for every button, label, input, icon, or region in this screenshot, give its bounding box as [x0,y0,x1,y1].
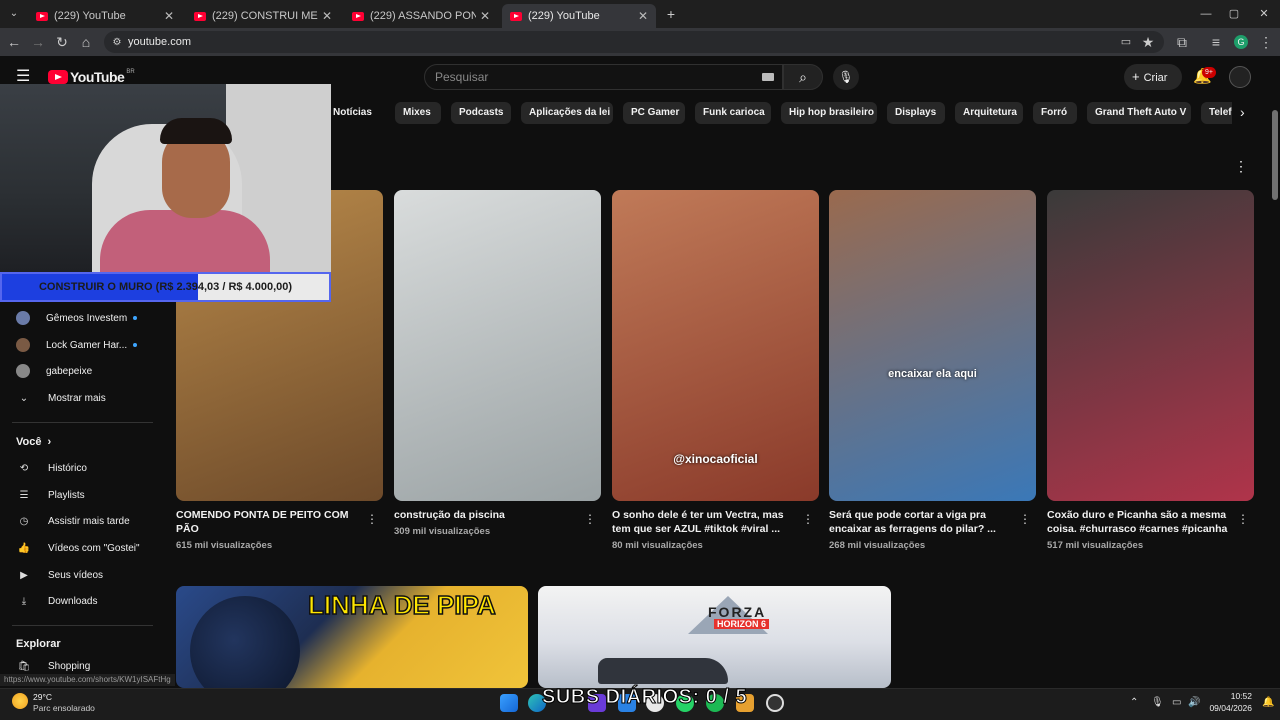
short-title[interactable]: COMENDO PONTA DE PEITO COM PÃO 615 mil vi… [176,508,361,553]
short-title[interactable]: Será que pode cortar a viga pra encaixar… [829,508,1014,553]
short-views: 309 mil visualizações [394,526,491,537]
sidebar-item-playlists[interactable]: ☰ Playlists [16,486,85,506]
hair-shape [160,118,232,144]
sidebar-item-downloads[interactable]: ⤓ Downloads [16,592,98,612]
clock-time[interactable]: 10:52 [1216,691,1252,701]
chip-5[interactable]: Funk carioca [695,102,771,124]
weather-desc[interactable]: Parc ensolarado [33,703,95,713]
chevron-down-icon: ⌄ [19,393,29,404]
chip-7[interactable]: Displays [887,102,945,124]
short-more-options-icon[interactable]: ⋮ [366,512,378,526]
sidebar-you-header[interactable]: Você › [16,436,51,448]
chips-next-chevron-icon[interactable]: › [1240,104,1245,120]
daily-subs-overlay: SUBS DIÁRIOS: 0 / 5 [541,686,748,709]
short-title-text[interactable]: Será que pode cortar a viga pra encaixar… [829,508,1014,536]
chevron-right-icon: › [47,436,52,448]
weather-sun-icon[interactable] [12,693,28,709]
short-views: 517 mil visualizações [1047,540,1144,551]
notification-center-icon[interactable]: 🔔 [1262,697,1274,708]
shirt-shape [100,210,270,272]
microphone-tray-icon[interactable]: 🎙 [1151,697,1164,708]
history-icon: ⟲ [19,463,29,474]
playlists-icon: ☰ [19,490,29,501]
short-title[interactable]: construção da piscina 309 mil visualizaçõ… [394,508,579,539]
page-scrollbar[interactable] [1270,98,1280,688]
video-thumbnail-linha-de-pipa[interactable]: LINHA DE PIPA [176,586,528,688]
weather-temp[interactable]: 29°C [33,692,52,702]
chip-10[interactable]: Grand Theft Auto V [1087,102,1191,124]
sidebar-show-more[interactable]: ⌄ Mostrar mais [16,389,106,409]
close-window-icon[interactable]: ✕ [1254,4,1274,24]
scrollbar-thumb[interactable] [1272,110,1278,200]
section-menu-icon[interactable]: ⋮ [1234,158,1248,175]
profile-avatar[interactable]: G [1234,35,1248,49]
chip-8[interactable]: Arquitetura [955,102,1023,124]
sidebar-explore-header: Explorar [16,638,61,650]
channel-avatar [16,311,30,326]
short-title-text[interactable]: construção da piscina [394,508,579,522]
short-title[interactable]: O sonho dele é ter um Vectra, mas tem qu… [612,508,797,553]
donation-goal-label: CONSTRUIR O MURO (R$ 2.394,03 / R$ 4.000… [38,281,293,293]
chip-2[interactable]: Podcasts [451,102,511,124]
short-title-text[interactable]: Coxão duro e Picanha são a mesma coisa. … [1047,508,1232,536]
network-icon[interactable]: ▭ [1172,697,1181,708]
sidebar-divider [12,422,153,423]
short-title-text[interactable]: COMENDO PONTA DE PEITO COM PÃO [176,508,361,536]
short-thumbnail-caption: encaixar ela aqui [888,368,977,380]
chip-1[interactable]: Mixes [395,102,441,124]
short-thumbnail[interactable]: @xinocaoficial [612,190,819,501]
short-title[interactable]: Coxão duro e Picanha são a mesma coisa. … [1047,508,1232,553]
short-views: 80 mil visualizações [612,540,703,551]
sidebar-item-watch-later[interactable]: ◷ Assistir mais tarde [16,512,130,532]
chip-6[interactable]: Hip hop brasileiro [781,102,877,124]
short-thumbnail[interactable]: encaixar ela aqui [829,190,1036,501]
windows-start-icon[interactable] [500,694,518,712]
status-url-bar: https://www.youtube.com/shorts/KW1yISAFt… [0,674,175,686]
downloads-icon: ⤓ [21,596,27,607]
sidebar-subscription-lock[interactable]: Lock Gamer Har... [16,336,138,356]
sidebar-item-your-videos[interactable]: ▶ Seus vídeos [16,566,103,586]
helmet-shape [190,596,300,688]
short-thumbnail[interactable] [1047,190,1254,501]
new-content-dot [133,316,138,321]
short-more-options-icon[interactable]: ⋮ [1237,512,1249,526]
channel-avatar [16,338,30,353]
short-more-options-icon[interactable]: ⋮ [584,512,596,526]
new-content-dot [133,343,138,348]
short-title-text[interactable]: O sonho dele é ter um Vectra, mas tem qu… [612,508,797,536]
car-shape [598,658,728,684]
browser-menu-icon[interactable]: ⋮ [1256,32,1276,52]
channel-avatar [16,364,30,379]
chip-11[interactable]: Telefones celulares [1201,102,1232,124]
chip-3[interactable]: Aplicações da lei [521,102,613,124]
like-icon: 👍 [17,543,31,554]
obs-icon[interactable] [766,694,784,712]
sidebar-subscription-gemeos[interactable]: Gêmeos Investem [16,309,138,329]
volume-icon[interactable]: 🔊 [1188,697,1200,708]
account-avatar[interactable] [1229,66,1251,88]
sidebar-subscription-gabepeixe[interactable]: gabepeixe [16,362,92,382]
sidebar-item-liked[interactable]: 👍 Vídeos com "Gostei" [16,539,140,559]
tray-chevron-icon[interactable]: ⌃ [1130,697,1138,708]
chip-9[interactable]: Forró [1033,102,1077,124]
short-views: 615 mil visualizações [176,540,273,551]
watch-later-icon: ◷ [19,516,29,527]
streamer-webcam-overlay [0,84,331,272]
short-more-options-icon[interactable]: ⋮ [802,512,814,526]
chip-4[interactable]: PC Gamer [623,102,685,124]
sidebar-item-history[interactable]: ⟲ Histórico [16,459,87,479]
clock-date[interactable]: 09/04/2026 [1200,703,1252,713]
short-more-options-icon[interactable]: ⋮ [1019,512,1031,526]
video-thumbnail-forza-horizon-6[interactable]: FORZA HORIZON 6 [538,586,891,688]
short-thumbnail-caption: @xinocaoficial [673,452,758,466]
short-views: 268 mil visualizações [829,540,926,551]
donation-goal-bar: CONSTRUIR O MURO (R$ 2.394,03 / R$ 4.000… [0,272,331,302]
sidebar-divider [12,625,153,626]
short-thumbnail[interactable] [394,190,601,501]
your-videos-icon: ▶ [20,570,28,581]
chip-0[interactable]: Notícias [333,102,385,124]
